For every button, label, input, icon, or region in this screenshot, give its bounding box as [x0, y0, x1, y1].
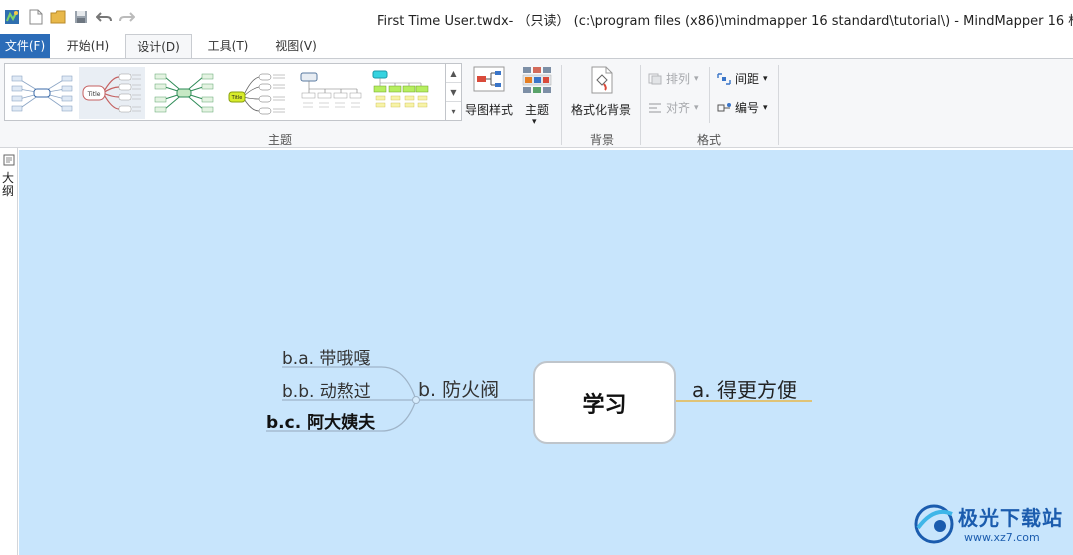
theme-button[interactable] [519, 63, 555, 99]
gallery-up-icon[interactable]: ▲ [446, 64, 461, 83]
ribbon-separator [778, 65, 779, 145]
ribbon-separator [561, 65, 562, 145]
arrange-dropdown-icon: ▾ [694, 73, 699, 84]
map-style-gallery: Title Title [4, 63, 462, 121]
subtopic-ba[interactable]: b.a. 带哦嘎 [282, 344, 370, 369]
spacing-dropdown-icon: ▾ [763, 73, 768, 84]
arrange-icon [648, 73, 662, 84]
tab-view[interactable]: 视图(V) [265, 34, 327, 58]
numbering-label: 编号 [735, 101, 760, 115]
align-icon [649, 102, 661, 113]
style-thumbnail-6[interactable] [369, 67, 435, 119]
theme-group-label: 主题 [268, 133, 293, 147]
subtopic-bb[interactable]: b.b. 动熬过 [282, 377, 371, 402]
align-label: 对齐 [666, 101, 691, 115]
redo-icon[interactable] [119, 9, 135, 25]
window-title: First Time User.twdx- （只读） (c:\program f… [377, 14, 1073, 29]
numbering-dropdown-icon: ▾ [763, 102, 768, 113]
style-thumbnail-5[interactable] [297, 67, 363, 119]
background-group-label: 背景 [590, 133, 615, 147]
watermark: 极光下载站 www.xz7.com [912, 498, 1068, 550]
ribbon-separator [709, 67, 710, 123]
tab-tools[interactable]: 工具(T) [198, 34, 258, 58]
menu-bar: 文件(F) 开始(H) 设计(D) 工具(T) 视图(V) [0, 34, 1073, 59]
ribbon-separator [640, 65, 641, 145]
tab-file[interactable]: 文件(F) [0, 34, 50, 58]
style-thumbnail-3[interactable] [151, 67, 217, 119]
style-thumbnail-1[interactable] [9, 67, 75, 119]
arrange-button[interactable]: 排列 ▾ [648, 70, 699, 87]
title-bar: First Time User.twdx- （只读） (c:\program f… [0, 0, 1073, 34]
theme-icon [522, 67, 552, 93]
topic-a[interactable]: a. 得更方便 [692, 374, 797, 403]
new-file-icon[interactable] [28, 9, 44, 25]
gallery-scroll[interactable]: ▲ ▼ ▾ [445, 63, 462, 121]
theme-dropdown-icon[interactable]: ▾ [532, 117, 537, 127]
format-background-icon [591, 66, 613, 94]
watermark-logo-icon [914, 504, 954, 544]
map-style-icon [473, 66, 505, 92]
style-thumbnail-4[interactable]: Title [225, 67, 291, 119]
theme-label: 主题 [525, 103, 550, 117]
subtopic-bc[interactable]: b.c. 阿大姨夫 [266, 408, 375, 433]
spacing-label: 间距 [735, 72, 760, 86]
tab-design[interactable]: 设计(D) [125, 34, 192, 59]
map-style-button[interactable] [469, 63, 511, 99]
ribbon-design: Title Title ▲ ▼ ▾ 导图样式 主题 ▾ 主题 格式化背景 背景 … [0, 58, 1073, 148]
gallery-more-icon[interactable]: ▾ [446, 102, 461, 121]
format-group-label: 格式 [697, 133, 722, 147]
undo-icon[interactable] [96, 9, 112, 25]
tab-home[interactable]: 开始(H) [58, 34, 118, 58]
watermark-url: www.xz7.com [964, 531, 1040, 544]
arrange-label: 排列 [666, 72, 691, 86]
app-icon[interactable] [4, 9, 20, 25]
spacing-button[interactable]: 间距 ▾ [717, 70, 768, 87]
workspace: 大纲 [0, 148, 1073, 555]
watermark-name: 极光下载站 [958, 506, 1063, 530]
outline-label: 大纲 [2, 171, 15, 198]
format-background-button[interactable] [585, 65, 619, 99]
mindmap-canvas[interactable] [19, 150, 1073, 555]
gallery-down-icon[interactable]: ▼ [446, 83, 461, 102]
style-thumbnail-2[interactable]: Title [79, 67, 145, 119]
outline-icon [3, 154, 15, 166]
format-background-label: 格式化背景 [571, 103, 632, 117]
thumbnail-title-text: Title [87, 91, 101, 98]
central-topic[interactable]: 学习 [533, 361, 676, 444]
thumbnail-title-text-2: Title [231, 95, 243, 101]
map-style-label: 导图样式 [465, 103, 514, 117]
numbering-button[interactable]: 编号 ▾ [717, 99, 768, 116]
numbering-icon [717, 102, 731, 111]
topic-b[interactable]: b. 防火阀 [418, 375, 499, 402]
outline-panel-tab[interactable]: 大纲 [0, 148, 18, 555]
spacing-icon [717, 72, 731, 85]
align-button[interactable]: 对齐 ▾ [648, 99, 699, 116]
align-dropdown-icon: ▾ [694, 102, 699, 113]
open-folder-icon[interactable] [50, 9, 66, 25]
save-icon[interactable] [73, 9, 89, 25]
central-topic-label: 学习 [582, 392, 627, 418]
